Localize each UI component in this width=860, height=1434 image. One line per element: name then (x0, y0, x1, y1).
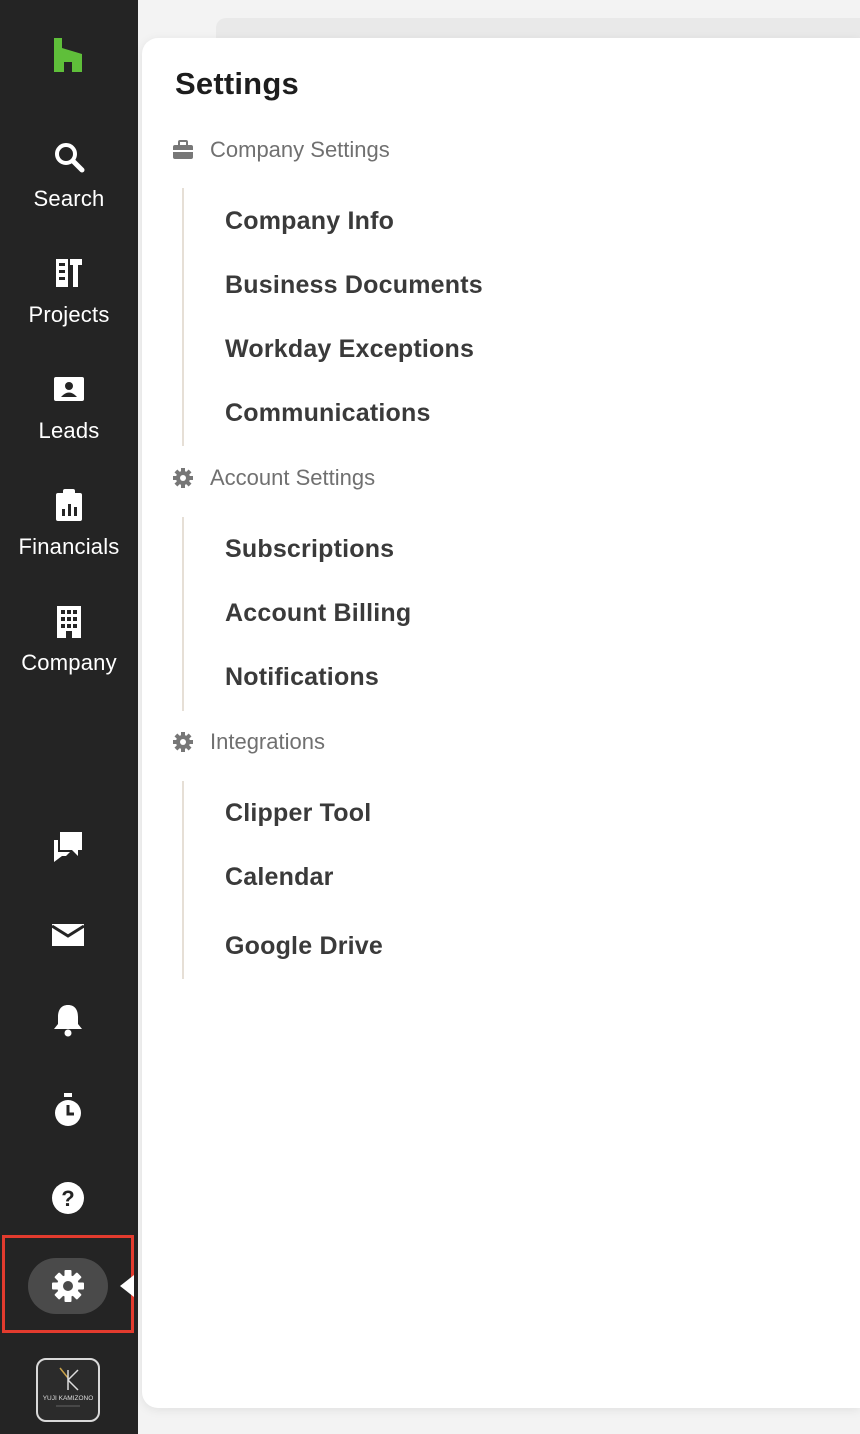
nav-financials[interactable]: Financials (0, 488, 138, 560)
briefcase-icon (173, 140, 193, 159)
link-clipper-tool[interactable]: Clipper Tool (225, 799, 371, 828)
section-account-settings-label: Account Settings (210, 465, 376, 490)
time-tracker-button[interactable] (46, 1088, 90, 1132)
background-card (216, 18, 860, 38)
nav-leads-label: Leads (38, 418, 100, 443)
gear-icon (52, 1270, 84, 1302)
section-integrations[interactable]: Integrations (172, 727, 325, 757)
company-icon (57, 606, 81, 638)
nav-company-label: Company (21, 650, 117, 675)
page-title: Settings (175, 66, 299, 101)
link-communications[interactable]: Communications (225, 399, 431, 428)
projects-icon (56, 259, 82, 287)
nav-projects[interactable]: Projects (0, 256, 138, 328)
houzz-logo-icon[interactable] (52, 38, 84, 72)
avatar-logo: YUJI KAMIZONO (43, 1367, 94, 1407)
notifications-button[interactable] (46, 998, 90, 1042)
timer-icon (55, 1093, 81, 1126)
nav-search[interactable]: Search (0, 140, 138, 212)
link-workday-exceptions[interactable]: Workday Exceptions (225, 335, 474, 364)
link-calendar[interactable]: Calendar (225, 863, 334, 892)
link-company-info[interactable]: Company Info (225, 207, 394, 236)
section-divider-line (182, 517, 184, 711)
help-icon: ? (52, 1182, 84, 1214)
sidebar: Search Projects Leads Financials Company… (0, 0, 138, 1434)
avatar-text: YUJI KAMIZONO (43, 1395, 94, 1402)
section-company-settings[interactable]: Company Settings (172, 135, 390, 165)
link-account-billing[interactable]: Account Billing (225, 599, 411, 628)
search-icon (55, 143, 85, 173)
financials-icon (56, 489, 82, 521)
gear-icon (173, 468, 193, 488)
nav-projects-label: Projects (28, 302, 110, 327)
inbox-button[interactable] (46, 912, 90, 956)
settings-panel (142, 38, 860, 1408)
leads-icon (54, 377, 84, 401)
help-button[interactable]: ? (46, 1176, 90, 1220)
section-account-settings[interactable]: Account Settings (172, 463, 375, 493)
section-divider-line (182, 188, 184, 446)
chat-icon (54, 832, 82, 862)
nav-financials-label: Financials (18, 534, 120, 559)
section-company-settings-label: Company Settings (210, 137, 390, 162)
nav-company[interactable]: Company (0, 604, 138, 676)
settings-button[interactable] (28, 1258, 108, 1314)
bell-icon (54, 1005, 82, 1037)
link-business-documents[interactable]: Business Documents (225, 271, 483, 300)
nav-search-label: Search (33, 186, 105, 211)
section-divider-line (182, 781, 184, 979)
messages-button[interactable] (46, 824, 90, 868)
mail-icon (51, 924, 85, 946)
active-pointer (120, 1275, 134, 1297)
link-subscriptions[interactable]: Subscriptions (225, 535, 394, 564)
gear-icon (173, 732, 193, 752)
link-notifications[interactable]: Notifications (225, 663, 379, 692)
svg-text:?: ? (61, 1186, 74, 1211)
avatar[interactable]: YUJI KAMIZONO (36, 1358, 100, 1422)
section-integrations-label: Integrations (210, 729, 325, 754)
link-google-drive[interactable]: Google Drive (225, 932, 383, 961)
nav-leads[interactable]: Leads (0, 372, 138, 444)
